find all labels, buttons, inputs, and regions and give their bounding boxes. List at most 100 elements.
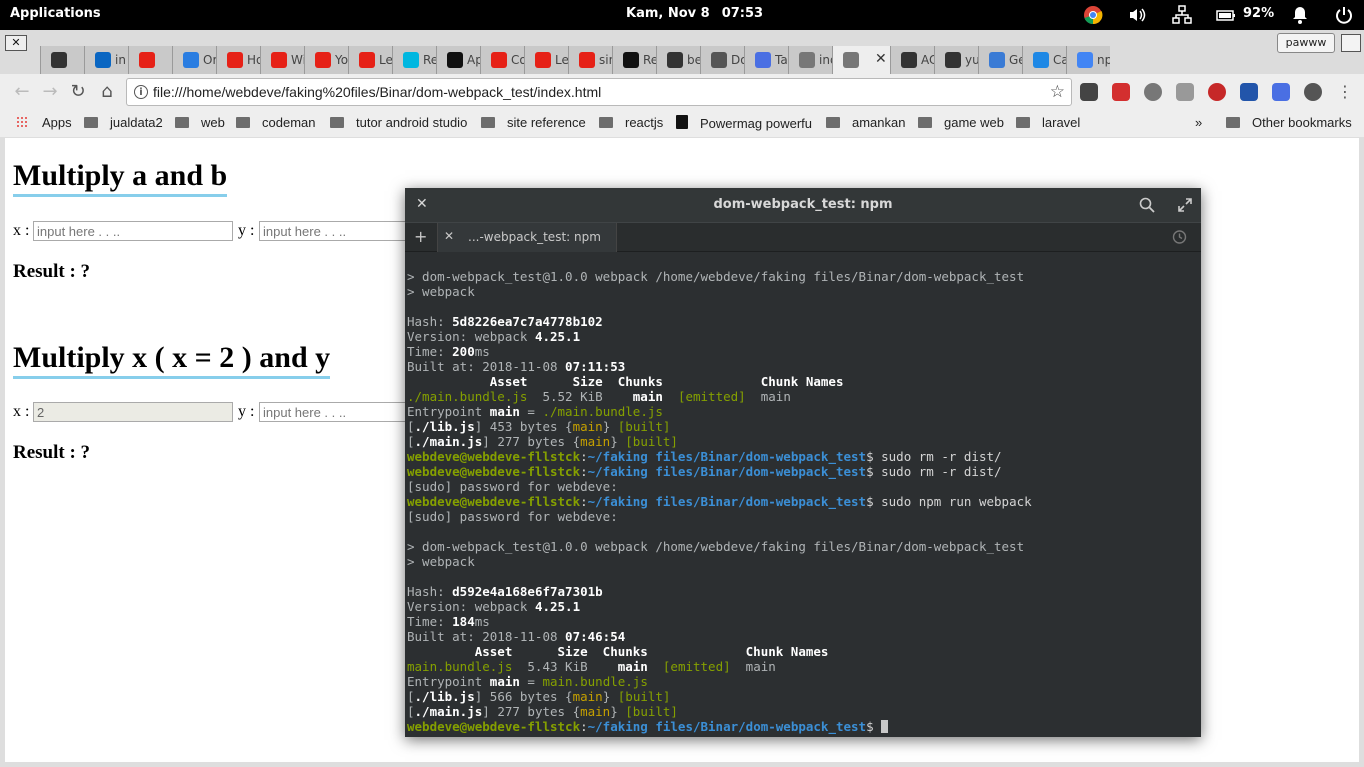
applications-menu[interactable]: Applications xyxy=(10,6,101,21)
browser-tab[interactable]: Ta xyxy=(744,46,788,74)
bookmark-label: laravel xyxy=(1042,115,1081,130)
browser-tab[interactable]: Ge xyxy=(978,46,1022,74)
tab-list: in Or Ho Wi Yo Le Re Ap Co Le sin Re be Do Ta ind ✕ AC yu G… xyxy=(40,46,1310,74)
reload-button[interactable]: ↻ xyxy=(67,81,89,103)
browser-tab[interactable]: Ap xyxy=(436,46,480,74)
browser-tab[interactable]: yu xyxy=(934,46,978,74)
fullscreen-icon[interactable] xyxy=(1177,197,1193,213)
tab-title: Le xyxy=(555,53,568,67)
google-icon xyxy=(1077,52,1093,68)
extension-cloud-icon[interactable] xyxy=(1176,83,1194,101)
browser-tab[interactable]: AC xyxy=(890,46,934,74)
bookmark-item[interactable]: jualdata2 xyxy=(84,115,163,130)
x-input[interactable] xyxy=(33,221,233,241)
folder-icon xyxy=(918,117,932,128)
profile-button[interactable]: pawww xyxy=(1277,33,1335,53)
browser-tab[interactable]: Or xyxy=(172,46,216,74)
address-bar[interactable]: i file:///home/webdeve/faking%20files/Bi… xyxy=(126,78,1072,106)
result-text: Result : ? xyxy=(13,442,91,463)
tab-title: Ap xyxy=(467,53,480,67)
tab-title: Ho xyxy=(247,53,260,67)
browser-tab[interactable]: np xyxy=(1066,46,1110,74)
extension-gem-icon[interactable] xyxy=(1240,83,1258,101)
browser-tab[interactable]: Ho xyxy=(216,46,260,74)
new-tab-icon[interactable]: + xyxy=(414,227,427,246)
battery-icon[interactable] xyxy=(1216,5,1236,25)
tab-strip: ✕ in Or Ho Wi Yo Le Re Ap Co Le sin Re be Do Ta ind ✕ AC y… xyxy=(0,30,1364,74)
time-label: 07:53 xyxy=(721,6,764,21)
bookmark-item[interactable]: amankan xyxy=(826,115,905,130)
forward-button[interactable]: → xyxy=(39,81,61,103)
chrome-icon[interactable] xyxy=(1083,5,1103,25)
notification-bell-icon[interactable] xyxy=(1290,5,1310,25)
browser-tab[interactable] xyxy=(128,46,172,74)
volume-icon[interactable] xyxy=(1127,5,1147,25)
browser-tab[interactable]: Yo xyxy=(304,46,348,74)
tab-title: Ta xyxy=(775,53,788,67)
back-button[interactable]: ← xyxy=(11,81,33,103)
x-label: x : xyxy=(13,222,30,239)
bookmarks-bar: Apps jualdata2 web codeman tutor android stu… xyxy=(0,110,1364,137)
browser-tab[interactable] xyxy=(40,46,84,74)
tab-title: Re xyxy=(643,53,656,67)
more-bookmarks-button[interactable]: » xyxy=(1195,115,1202,130)
bookmark-item[interactable]: laravel xyxy=(1016,115,1080,130)
generic-icon xyxy=(989,52,1005,68)
tab-close-icon[interactable]: ✕ xyxy=(444,229,454,243)
bookmark-item[interactable]: Apps xyxy=(16,115,72,130)
bookmark-label: Powermag powerfu xyxy=(700,116,812,131)
extension-translate-icon[interactable] xyxy=(1272,83,1290,101)
browser-tab[interactable]: ✕ xyxy=(832,46,890,74)
site-info-icon[interactable]: i xyxy=(134,85,148,99)
search-icon[interactable] xyxy=(1139,197,1155,213)
bookmark-item[interactable]: game web xyxy=(918,115,1004,130)
battery-percent: 92% xyxy=(1243,6,1275,21)
browser-tab[interactable]: sin xyxy=(568,46,612,74)
terminal-tab[interactable]: ✕ ...-webpack_test: npm xyxy=(437,223,617,252)
history-icon[interactable] xyxy=(1171,229,1187,245)
browser-tab[interactable]: Le xyxy=(348,46,392,74)
bookmark-item[interactable]: Powermag powerfu xyxy=(676,115,812,131)
chrome-menu-icon[interactable]: ⋮ xyxy=(1334,81,1356,103)
browser-tab[interactable]: ind xyxy=(788,46,832,74)
browser-tab[interactable]: in xyxy=(84,46,128,74)
extension-react-icon[interactable] xyxy=(1304,83,1322,101)
youtube-icon xyxy=(579,52,595,68)
address-url: file:///home/webdeve/faking%20files/Bina… xyxy=(153,84,602,100)
terminal-cursor xyxy=(881,720,889,733)
github-icon xyxy=(901,52,917,68)
youtube-icon xyxy=(271,52,287,68)
extension-shield-icon[interactable] xyxy=(1208,83,1226,101)
browser-tab[interactable]: Re xyxy=(612,46,656,74)
y-label: y : xyxy=(238,222,255,239)
window-restore-button[interactable] xyxy=(1341,34,1361,52)
browser-tab[interactable]: be xyxy=(656,46,700,74)
folder-icon xyxy=(826,117,840,128)
power-icon[interactable] xyxy=(1334,5,1354,25)
browser-tab[interactable]: Co xyxy=(480,46,524,74)
browser-tab[interactable]: Re xyxy=(392,46,436,74)
bookmark-item[interactable]: site reference xyxy=(481,115,586,130)
extension-cors-icon[interactable] xyxy=(1112,83,1130,101)
other-bookmarks[interactable]: Other bookmarks xyxy=(1226,115,1352,130)
tab-close-icon[interactable]: ✕ xyxy=(875,51,887,67)
youtube-icon xyxy=(359,52,375,68)
extension-cube-icon[interactable] xyxy=(1080,83,1098,101)
extension-globe-icon[interactable] xyxy=(1144,83,1162,101)
bookmark-item[interactable]: tutor android studio xyxy=(330,115,467,130)
window-close-button[interactable]: ✕ xyxy=(5,35,27,51)
browser-tab[interactable]: Wi xyxy=(260,46,304,74)
home-button[interactable]: ⌂ xyxy=(96,81,118,103)
bookmark-item[interactable]: codeman xyxy=(236,115,315,130)
network-icon[interactable] xyxy=(1172,5,1192,25)
clock[interactable]: Kam, Nov 8 07:53 xyxy=(626,6,775,21)
medium-icon xyxy=(447,52,463,68)
terminal-output[interactable]: > dom-webpack_test@1.0.0 webpack /home/w… xyxy=(407,269,1197,734)
browser-tab[interactable]: Le xyxy=(524,46,568,74)
bookmark-item[interactable]: web xyxy=(175,115,225,130)
bookmark-item[interactable]: reactjs xyxy=(599,115,663,130)
browser-tab[interactable]: Do xyxy=(700,46,744,74)
browser-tab[interactable]: Ca xyxy=(1022,46,1066,74)
bookmark-star-icon[interactable]: ☆ xyxy=(1050,82,1065,102)
folder-icon xyxy=(175,117,189,128)
